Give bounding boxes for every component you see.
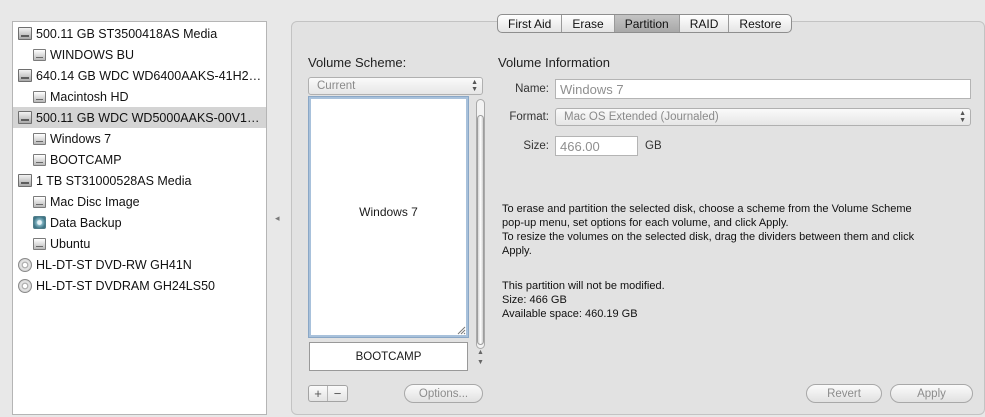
sidebar-item-disk[interactable]: 500.11 GB WDC WD5000AAKS-00V1…: [13, 107, 266, 128]
volume-icon: [33, 153, 46, 166]
tab-raid[interactable]: RAID: [680, 15, 730, 32]
name-field[interactable]: Windows 7: [555, 79, 971, 99]
help-text-line: To resize the volumes on the selected di…: [502, 231, 915, 243]
sidebar-item-volume[interactable]: WINDOWS BU: [13, 44, 266, 65]
sidebar-item-label: Macintosh HD: [50, 89, 129, 104]
sidebar-item-label: Ubuntu: [50, 236, 91, 251]
volume-information-heading: Volume Information: [498, 55, 611, 70]
volume-icon: [33, 132, 46, 145]
sidebar-resize-handle-icon[interactable]: ◂: [275, 213, 280, 224]
scrollbar-thumb[interactable]: [477, 115, 484, 345]
sidebar-item-label: Windows 7: [50, 131, 112, 146]
volume-scheme-select[interactable]: Current ▲ ▼: [308, 77, 483, 95]
format-value: Mac OS Extended (Journaled): [564, 111, 719, 123]
size-label: Size:: [523, 140, 549, 152]
resize-grip-icon[interactable]: [457, 326, 466, 335]
sidebar-item-disk[interactable]: 1 TB ST31000528AS Media: [13, 170, 266, 191]
sidebar-item-label: Mac Disc Image: [50, 194, 140, 209]
sidebar-item-label: 640.14 GB WDC WD6400AAKS-41H2…: [36, 68, 262, 83]
help-text-line: pop-up menu, set options for each volume…: [502, 217, 789, 229]
updown-arrows-icon: ▲ ▼: [471, 79, 478, 93]
disk-list-sidebar[interactable]: 500.11 GB ST3500418AS Media WINDOWS BU 640…: [12, 21, 267, 415]
size-field[interactable]: 466.00: [555, 136, 638, 156]
volume-scheme-heading: Volume Scheme:: [308, 55, 407, 70]
tab-first-aid[interactable]: First Aid: [498, 15, 563, 32]
status-line: This partition will not be modified.: [502, 280, 665, 292]
partition-scrollbar[interactable]: ▲ ▼: [475, 99, 486, 369]
sidebar-item-volume[interactable]: Data Backup: [13, 212, 266, 233]
format-select[interactable]: Mac OS Extended (Journaled) ▲ ▼: [555, 108, 971, 126]
updown-arrows-icon: ▲ ▼: [959, 110, 966, 124]
hard-disk-icon: [18, 69, 32, 82]
optical-drive-icon: [18, 257, 32, 272]
add-partition-button[interactable]: +: [309, 386, 328, 401]
sidebar-item-volume[interactable]: Windows 7: [13, 128, 266, 149]
sidebar-item-disk[interactable]: HL-DT-ST DVDRAM GH24LS50: [13, 275, 266, 296]
sidebar-item-label: 500.11 GB ST3500418AS Media: [36, 26, 218, 41]
hard-disk-icon: [18, 174, 32, 187]
volume-icon: [33, 90, 46, 103]
sidebar-item-label: BOOTCAMP: [50, 152, 122, 167]
sidebar-item-label: HL-DT-ST DVDRAM GH24LS50: [36, 278, 215, 293]
sidebar-item-label: Data Backup: [50, 215, 122, 230]
partition-bootcamp[interactable]: BOOTCAMP: [309, 342, 468, 371]
sidebar-item-label: WINDOWS BU: [50, 47, 135, 62]
volume-icon: [33, 195, 46, 208]
partition-windows-7[interactable]: Windows 7: [308, 96, 469, 338]
format-label: Format:: [509, 111, 549, 123]
optical-drive-icon: [18, 278, 32, 293]
tab-erase[interactable]: Erase: [562, 15, 615, 32]
tab-partition[interactable]: Partition: [614, 15, 680, 32]
sidebar-item-label: 500.11 GB WDC WD5000AAKS-00V1…: [36, 110, 260, 125]
sidebar-item-label: 1 TB ST31000528AS Media: [36, 173, 192, 188]
volume-scheme-value: Current: [317, 80, 356, 92]
status-available-space: Available space: 460.19 GB: [502, 308, 638, 320]
sidebar-item-volume[interactable]: Macintosh HD: [13, 86, 266, 107]
status-size: Size: 466 GB: [502, 294, 567, 306]
help-text-line: Apply.: [502, 245, 532, 257]
partition-label: Windows 7: [359, 205, 418, 219]
apply-button[interactable]: Apply: [890, 384, 973, 403]
size-unit: GB: [645, 140, 662, 152]
sidebar-item-volume[interactable]: Mac Disc Image: [13, 191, 266, 212]
sidebar-item-volume[interactable]: BOOTCAMP: [13, 149, 266, 170]
hard-disk-icon: [18, 111, 32, 124]
scroll-up-icon[interactable]: ▲: [477, 349, 484, 356]
hard-disk-icon: [18, 27, 32, 40]
remove-partition-button[interactable]: −: [328, 386, 347, 401]
add-remove-control: + −: [308, 385, 348, 402]
name-label: Name:: [515, 83, 549, 95]
disk-image-icon: [33, 216, 46, 229]
tab-restore[interactable]: Restore: [729, 15, 791, 32]
volume-icon: [33, 237, 46, 250]
sidebar-item-disk[interactable]: 500.11 GB ST3500418AS Media: [13, 23, 266, 44]
sidebar-item-disk[interactable]: 640.14 GB WDC WD6400AAKS-41H2…: [13, 65, 266, 86]
revert-button[interactable]: Revert: [806, 384, 882, 403]
volume-icon: [33, 48, 46, 61]
disk-utility-tabbar: First Aid Erase Partition RAID Restore: [497, 14, 793, 33]
help-text-line: To erase and partition the selected disk…: [502, 203, 912, 215]
partition-status: This partition will not be modified. Siz…: [502, 279, 665, 321]
help-text: To erase and partition the selected disk…: [502, 202, 914, 258]
options-button[interactable]: Options...: [404, 384, 483, 403]
sidebar-item-volume[interactable]: Ubuntu: [13, 233, 266, 254]
scroll-down-icon[interactable]: ▼: [477, 359, 484, 366]
sidebar-item-disk[interactable]: HL-DT-ST DVD-RW GH41N: [13, 254, 266, 275]
sidebar-item-label: HL-DT-ST DVD-RW GH41N: [36, 257, 192, 272]
